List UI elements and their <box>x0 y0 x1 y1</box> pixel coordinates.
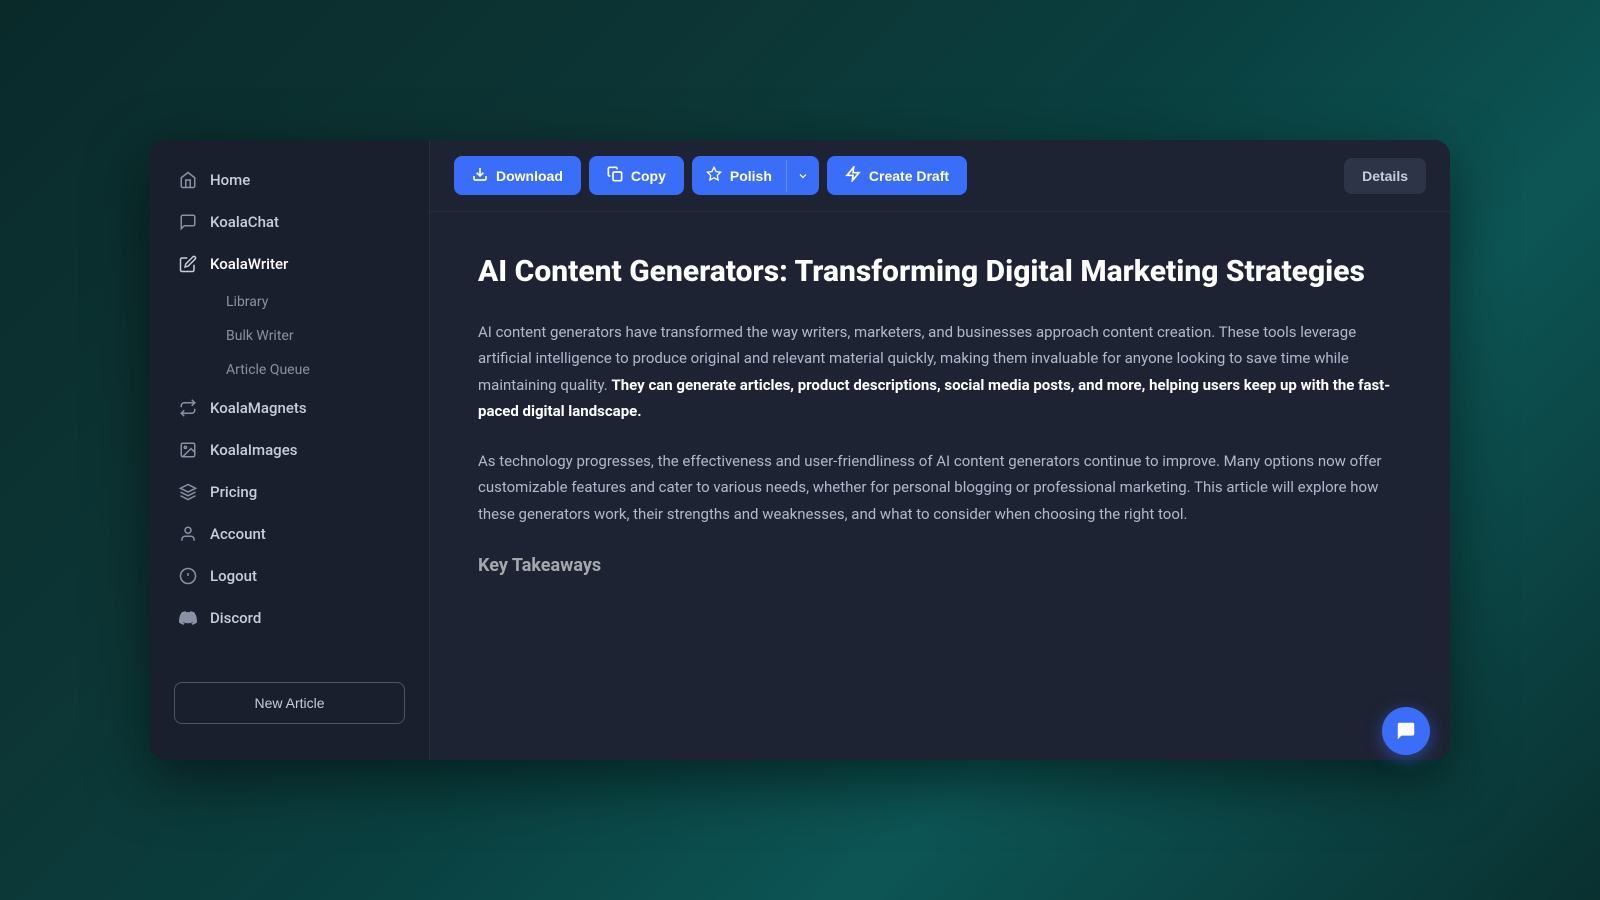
polish-button[interactable]: Polish <box>692 156 819 195</box>
sidebar: Home KoalaChat KoalaWriter <box>150 140 430 760</box>
article-title: AI Content Generators: Transforming Digi… <box>478 252 1402 291</box>
sidebar-item-koalachat[interactable]: KoalaChat <box>162 202 417 242</box>
sidebar-subnav-koalawriter: Library Bulk Writer Article Queue <box>162 286 417 386</box>
article-paragraph-2: As technology progresses, the effectiven… <box>478 448 1402 527</box>
sidebar-item-koalamagnets[interactable]: KoalaMagnets <box>162 388 417 428</box>
sidebar-item-logout[interactable]: Logout <box>162 556 417 596</box>
sidebar-item-bulk-writer[interactable]: Bulk Writer <box>210 320 417 352</box>
sidebar-label-logout: Logout <box>210 567 257 585</box>
download-label: Download <box>496 168 563 184</box>
create-draft-icon <box>845 166 861 185</box>
sidebar-item-home[interactable]: Home <box>162 160 417 200</box>
sidebar-item-discord[interactable]: Discord <box>162 598 417 638</box>
logout-icon <box>178 566 198 586</box>
discord-icon <box>178 608 198 628</box>
sidebar-label-koalamagnets: KoalaMagnets <box>210 399 307 417</box>
koalamagnets-icon <box>178 398 198 418</box>
sidebar-item-account[interactable]: Account <box>162 514 417 554</box>
koalachat-icon <box>178 212 198 232</box>
polish-icon <box>706 166 722 185</box>
create-draft-button[interactable]: Create Draft <box>827 156 967 195</box>
polish-dropdown-trigger[interactable] <box>786 160 819 192</box>
sidebar-label-discord: Discord <box>210 609 261 627</box>
copy-icon <box>607 166 623 185</box>
article-section-title: Key Takeaways <box>478 551 1402 582</box>
koalaimages-icon <box>178 440 198 460</box>
sidebar-label-article-queue: Article Queue <box>226 362 310 378</box>
sidebar-label-koalaimages: KoalaImages <box>210 441 297 459</box>
sidebar-item-pricing[interactable]: Pricing <box>162 472 417 512</box>
koalawriter-icon <box>178 254 198 274</box>
sidebar-nav: Home KoalaChat KoalaWriter <box>150 160 429 666</box>
sidebar-label-pricing: Pricing <box>210 483 257 501</box>
sidebar-label-home: Home <box>210 171 250 189</box>
new-article-button[interactable]: New Article <box>174 682 405 724</box>
chat-fab-button[interactable] <box>1382 707 1430 755</box>
sidebar-item-koalawriter[interactable]: KoalaWriter <box>162 244 417 284</box>
download-button[interactable]: Download <box>454 156 581 195</box>
account-icon <box>178 524 198 544</box>
sidebar-item-article-queue[interactable]: Article Queue <box>210 354 417 386</box>
download-icon <box>472 166 488 185</box>
paragraph-1-bold: They can generate articles, product desc… <box>478 376 1390 420</box>
copy-label: Copy <box>631 168 666 184</box>
polish-label: Polish <box>730 168 772 184</box>
create-draft-label: Create Draft <box>869 168 949 184</box>
details-label: Details <box>1362 168 1408 184</box>
sidebar-item-library[interactable]: Library <box>210 286 417 318</box>
article-paragraph-1: AI content generators have transformed t… <box>478 319 1402 424</box>
sidebar-label-account: Account <box>210 525 266 543</box>
pricing-icon <box>178 482 198 502</box>
home-icon <box>178 170 198 190</box>
sidebar-item-koalaimages[interactable]: KoalaImages <box>162 430 417 470</box>
sidebar-footer: New Article <box>150 666 429 740</box>
toolbar: Download Copy <box>430 140 1450 212</box>
polish-main[interactable]: Polish <box>692 156 786 195</box>
main-content: Download Copy <box>430 140 1450 760</box>
sidebar-label-koalachat: KoalaChat <box>210 213 279 231</box>
sidebar-label-bulk-writer: Bulk Writer <box>226 328 294 344</box>
sidebar-label-koalawriter: KoalaWriter <box>210 255 288 273</box>
article-content[interactable]: AI Content Generators: Transforming Digi… <box>430 212 1450 760</box>
sidebar-label-library: Library <box>226 294 268 310</box>
copy-button[interactable]: Copy <box>589 156 684 195</box>
details-button[interactable]: Details <box>1344 158 1426 194</box>
